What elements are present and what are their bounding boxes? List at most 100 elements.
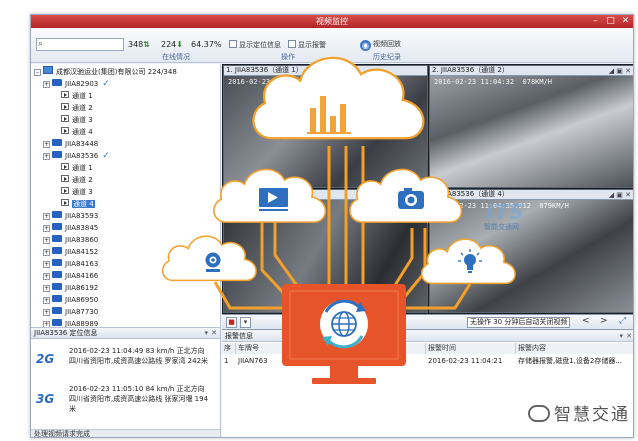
close-panel-icon[interactable]: ✕: [211, 328, 217, 338]
next-page-button[interactable]: >: [600, 316, 608, 326]
tree-vehicle-item[interactable]: + JIIA83845: [43, 222, 98, 234]
column-header-content[interactable]: 报警内容: [516, 343, 633, 354]
show-alarm-label: 显示报警: [298, 41, 326, 49]
video-tile-1[interactable]: 1. JIIA83536（通道 1） 2016-02-23 11:04:22: [223, 65, 428, 188]
tree-root-count: 224/348: [147, 68, 177, 76]
title-bar: 视频监控 – □ ✕: [31, 15, 633, 28]
expand-icon[interactable]: +: [43, 261, 50, 268]
minimize-button[interactable]: –: [588, 15, 603, 28]
tree-channel-item[interactable]: 通道 4: [61, 198, 95, 210]
tree-vehicle-item[interactable]: + JIIA82903 ✓: [43, 78, 110, 90]
its-watermark: ITS: [486, 200, 525, 224]
fullscreen-icon[interactable]: ⤢: [619, 316, 626, 326]
total-count-value: 348: [128, 40, 144, 49]
camera-channel-icon: [61, 91, 69, 98]
tree-root[interactable]: – 成都汉驰运业(集团)有限公司 224/348: [34, 66, 177, 78]
video-tile-2[interactable]: 2. JIIA83536（通道 2） ◢ ▣ ✕ 2016-02-23 11:04…: [429, 65, 633, 188]
tile-toolbar-icons[interactable]: ◢ ▣ ✕: [609, 191, 631, 200]
tree-channel-item[interactable]: 通道 4: [61, 126, 93, 138]
expand-icon[interactable]: +: [43, 273, 50, 280]
tree-channel-item[interactable]: 通道 2: [61, 102, 93, 114]
tree-vehicle-item[interactable]: + JIIA84166: [43, 270, 98, 282]
column-header-type[interactable]: 报警类型: [306, 343, 426, 354]
expand-icon[interactable]: +: [43, 153, 50, 160]
video-frame: [430, 200, 633, 312]
video-timestamp: 2016-02-23 11:04:32 078KM/H: [434, 78, 552, 86]
alarm-row-content[interactable]: 存储器报警,磁盘1,设备2存储器...: [516, 356, 633, 367]
tree-channel-item[interactable]: 通道 3: [61, 114, 93, 126]
tree-item-label: JIIA88989: [65, 320, 99, 327]
its-site-watermark: 智能交通网: [484, 223, 519, 231]
tree-channel-item[interactable]: 通道 1: [61, 162, 93, 174]
tree-item-label: JIIA83860: [65, 236, 99, 244]
alarm-row-time[interactable]: 2016-02-23 11:04:21: [426, 356, 516, 367]
close-button[interactable]: ✕: [618, 15, 633, 28]
tree-item-label: 通道 2: [72, 104, 93, 112]
collapse-icon[interactable]: –: [34, 69, 41, 76]
expand-icon[interactable]: +: [43, 81, 50, 88]
tree-item-label: JIIA83845: [65, 224, 99, 232]
total-count: 348⇅: [128, 40, 150, 49]
search-box[interactable]: ⌕: [36, 38, 124, 51]
expand-icon[interactable]: +: [43, 225, 50, 232]
tree-vehicle-item[interactable]: + JIIA86950: [43, 294, 98, 306]
tree-vehicle-item[interactable]: + JIIA87730: [43, 306, 98, 318]
tree-channel-item[interactable]: 通道 2: [61, 174, 93, 186]
column-header-time[interactable]: 报警时间: [426, 343, 516, 354]
video-tile-header: 1. JIIA83536（通道 1）: [224, 66, 427, 76]
tile-toolbar-icons[interactable]: ◢ ▣ ✕: [609, 67, 631, 76]
info-entry-1-line-1: 2016-02-23 11:04:49 83 km/h 正北方向: [69, 347, 205, 355]
tree-vehicle-item[interactable]: + JIIA83536 ✓: [43, 150, 110, 162]
camera-channel-icon: [61, 115, 69, 122]
tree-item-label: 通道 2: [72, 176, 93, 184]
show-gps-checkbox[interactable]: 显示定位信息: [229, 40, 281, 50]
pin-icon[interactable]: ▾: [204, 328, 208, 338]
prev-page-button[interactable]: <: [582, 316, 590, 326]
tree-vehicle-item[interactable]: + JIIA83448: [43, 138, 98, 150]
vehicle-icon: [52, 235, 62, 242]
tree-vehicle-item[interactable]: + JIIA84152: [43, 246, 98, 258]
video-tile-3[interactable]: 3. JIIA83536（通道 3） 2016-02-23 11:04:35.9…: [223, 189, 428, 313]
expand-icon[interactable]: +: [43, 213, 50, 220]
close-panel-icon[interactable]: ✕: [626, 331, 632, 341]
online-rate: 64.37%: [191, 40, 222, 49]
playback-icon: ◉: [360, 40, 371, 51]
expand-icon[interactable]: +: [43, 297, 50, 304]
location-info-title: JIIA83536 定位信息: [34, 329, 98, 337]
alarm-row-index[interactable]: 1: [222, 356, 236, 367]
tree-channel-item[interactable]: 通道 3: [61, 186, 93, 198]
tree-vehicle-item[interactable]: + JIIA88989: [43, 318, 98, 327]
video-tile-header: 3. JIIA83536（通道 3）: [224, 190, 427, 200]
expand-icon[interactable]: +: [43, 285, 50, 292]
search-input[interactable]: [48, 40, 122, 50]
tree-vehicle-item[interactable]: + JIIA83860: [43, 234, 98, 246]
camera-channel-icon: [61, 175, 69, 182]
video-playback-button[interactable]: ◉ 视频回放: [356, 36, 405, 52]
video-speed-value: 079KM/H: [539, 202, 569, 210]
maximize-button[interactable]: □: [603, 15, 618, 28]
alarm-row-type[interactable]: [306, 356, 426, 367]
tree-vehicle-item[interactable]: + JIIA84163: [43, 258, 98, 270]
layout-button[interactable]: ▾: [240, 317, 251, 328]
stop-button[interactable]: ■: [226, 317, 237, 328]
video-controls: ■ ▾ 无操作 30 分钟后自动关闭视频 < > ⤢: [222, 314, 633, 330]
alarm-row-plate[interactable]: JIIAN763: [236, 356, 306, 367]
pin-icon[interactable]: ▾: [619, 331, 623, 341]
tree-vehicle-item[interactable]: + JIIA86192: [43, 282, 98, 294]
vehicle-icon: [52, 259, 62, 266]
column-header-plate[interactable]: 车牌号: [236, 343, 306, 354]
expand-icon[interactable]: +: [43, 141, 50, 148]
camera-channel-icon: [61, 187, 69, 194]
tree-item-label: JIIA84163: [65, 260, 99, 268]
column-header-index[interactable]: 序: [222, 343, 236, 354]
expand-icon[interactable]: +: [43, 249, 50, 256]
expand-icon[interactable]: +: [43, 309, 50, 316]
auto-close-select[interactable]: 无操作 30 分钟后自动关闭视频: [467, 317, 571, 328]
tree-vehicle-item[interactable]: + JIIA83593: [43, 210, 98, 222]
show-alarm-checkbox[interactable]: 显示报警: [288, 40, 326, 50]
video-frame: [430, 76, 633, 187]
tree-channel-item[interactable]: 通道 1: [61, 90, 93, 102]
video-tile-4[interactable]: 4. JIIA83536（通道 4） ◢ ▣ ✕ 2016-02-23 11:04…: [429, 189, 633, 313]
expand-icon[interactable]: +: [43, 237, 50, 244]
vehicle-icon: [52, 151, 62, 158]
